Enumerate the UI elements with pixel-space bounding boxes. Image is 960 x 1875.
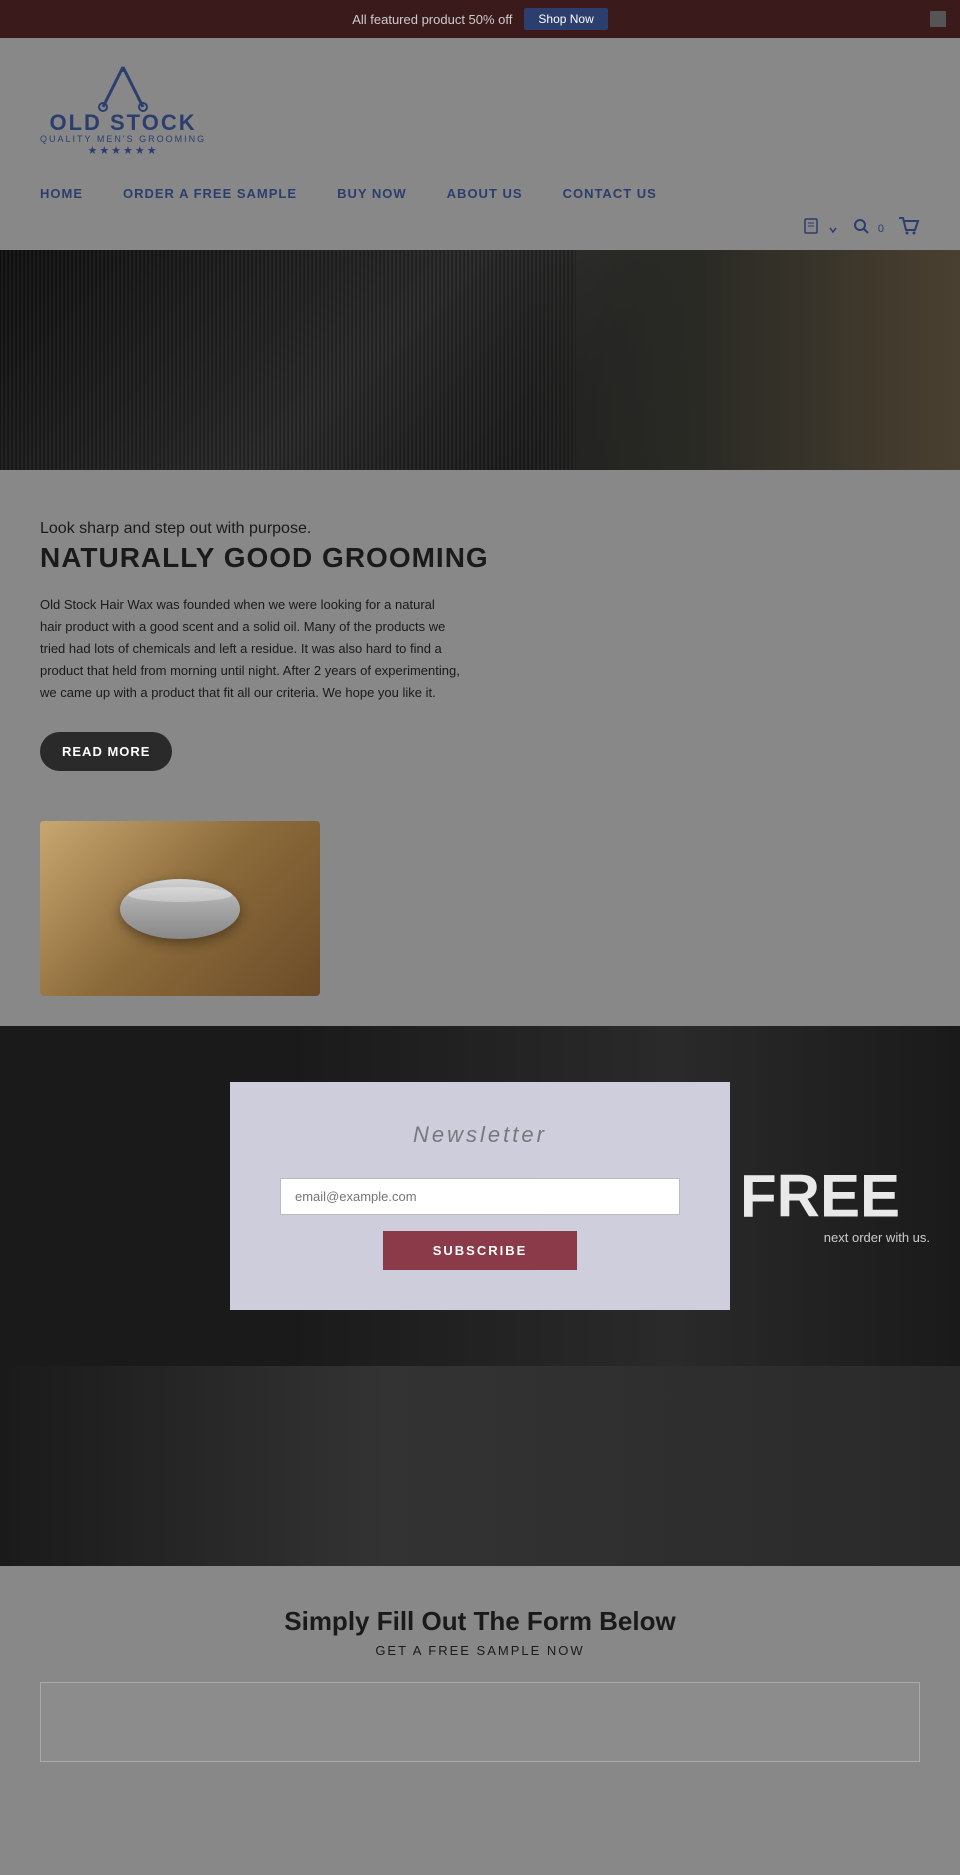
email-input[interactable] bbox=[280, 1178, 680, 1215]
close-icon[interactable] bbox=[930, 11, 946, 27]
man-photo-bg bbox=[0, 1366, 960, 1566]
hero-man-image bbox=[528, 250, 960, 470]
brand-tagline: QUALITY MEN'S GROOMING bbox=[40, 134, 206, 144]
nav-links: HOME ORDER A FREE SAMPLE BUY NOW ABOUT U… bbox=[40, 185, 920, 203]
nav-link-free-sample[interactable]: ORDER A FREE SAMPLE bbox=[123, 186, 297, 201]
cart-count: 0 bbox=[878, 223, 884, 235]
free-label: FREE bbox=[740, 1162, 900, 1231]
product-tin-image bbox=[120, 879, 240, 939]
nav-item-home[interactable]: HOME bbox=[40, 185, 83, 203]
nav-link-home[interactable]: HOME bbox=[40, 186, 83, 201]
free-sample-section: Simply Fill Out The Form Below GET A FRE… bbox=[0, 1566, 960, 1792]
nav-link-contact[interactable]: CONTACT US bbox=[563, 186, 657, 201]
search-button[interactable] bbox=[852, 217, 870, 240]
nav-link-about[interactable]: ABOUT US bbox=[447, 186, 523, 201]
shop-now-button[interactable]: Shop Now bbox=[524, 8, 607, 30]
brand-name: OLD STOCK bbox=[49, 112, 196, 134]
man-left-silhouette bbox=[0, 1026, 200, 1366]
hero-beard-image bbox=[0, 250, 576, 470]
form-section-subtitle: GET A FREE SAMPLE NOW bbox=[40, 1643, 920, 1658]
newsletter-modal: Newsletter SUBSCRIBE bbox=[230, 1082, 730, 1310]
newsletter-section: FREE next order with us. Newsletter SUBS… bbox=[0, 1026, 960, 1366]
free-sample-form-container bbox=[40, 1682, 920, 1762]
free-subtext: next order with us. bbox=[824, 1230, 930, 1245]
scissors-icon bbox=[93, 62, 153, 112]
read-more-button[interactable]: READ MORE bbox=[40, 732, 172, 771]
site-header: OLD STOCK QUALITY MEN'S GROOMING ★★★★★★ bbox=[0, 38, 960, 167]
logo[interactable]: OLD STOCK QUALITY MEN'S GROOMING ★★★★★★ bbox=[40, 62, 206, 157]
mobile-icon bbox=[803, 218, 823, 234]
cart-icon bbox=[898, 217, 920, 235]
product-image bbox=[40, 821, 320, 996]
nav-item-buy-now[interactable]: BUY NOW bbox=[337, 185, 407, 203]
about-title: NATURALLY GOOD GROOMING bbox=[40, 542, 920, 574]
brand-stars: ★★★★★★ bbox=[87, 144, 158, 157]
subscribe-button[interactable]: SUBSCRIBE bbox=[383, 1231, 578, 1270]
mobile-toggle-button[interactable] bbox=[803, 218, 838, 239]
about-body-text: Old Stock Hair Wax was founded when we w… bbox=[40, 594, 460, 704]
nav-item-contact[interactable]: CONTACT US bbox=[563, 185, 657, 203]
chevron-down-icon bbox=[828, 226, 838, 234]
announcement-text: All featured product 50% off bbox=[352, 12, 512, 27]
search-icon bbox=[852, 217, 870, 235]
header-icons: 0 bbox=[0, 213, 960, 250]
nav-link-buy-now[interactable]: BUY NOW bbox=[337, 186, 407, 201]
cart-button[interactable] bbox=[898, 217, 920, 240]
form-section-title: Simply Fill Out The Form Below bbox=[40, 1606, 920, 1637]
newsletter-modal-title: Newsletter bbox=[413, 1122, 547, 1148]
nav-item-about[interactable]: ABOUT US bbox=[447, 185, 523, 203]
about-subtitle: Look sharp and step out with purpose. bbox=[40, 520, 920, 538]
main-nav: HOME ORDER A FREE SAMPLE BUY NOW ABOUT U… bbox=[0, 167, 960, 213]
man-photo-section bbox=[0, 1366, 960, 1566]
announcement-bar: All featured product 50% off Shop Now bbox=[0, 0, 960, 38]
about-section: Look sharp and step out with purpose. NA… bbox=[0, 470, 960, 1026]
nav-item-free-sample[interactable]: ORDER A FREE SAMPLE bbox=[123, 185, 297, 203]
hero-banner bbox=[0, 250, 960, 470]
